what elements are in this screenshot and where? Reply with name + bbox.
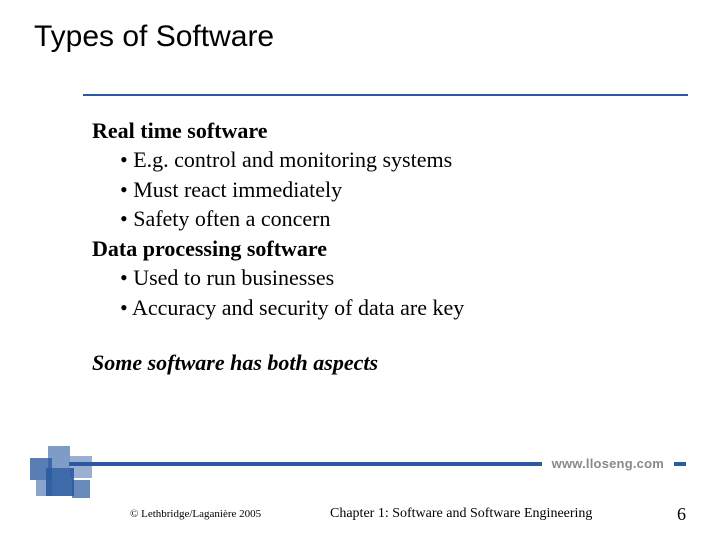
bullet-text: E.g. control and monitoring systems <box>133 147 452 172</box>
slide: Types of Software Real time software • E… <box>0 0 720 540</box>
bullet-item: • Safety often a concern <box>92 204 652 233</box>
title-underline <box>83 94 688 96</box>
square-icon <box>36 480 52 496</box>
bullet-item: • Accuracy and security of data are key <box>92 293 652 322</box>
bullet-text: Accuracy and security of data are key <box>132 295 464 320</box>
site-url: www.lloseng.com <box>552 456 664 471</box>
bullet-text: Safety often a concern <box>133 206 330 231</box>
square-icon <box>70 456 92 478</box>
chapter-text: Chapter 1: Software and Software Enginee… <box>330 506 592 522</box>
bullet-text: Used to run businesses <box>133 265 334 290</box>
bullet-item: • Must react immediately <box>92 175 652 204</box>
url-bar: www.lloseng.com <box>69 456 686 471</box>
bullet-text: Must react immediately <box>133 177 342 202</box>
url-rule-tail <box>674 462 686 466</box>
url-rule <box>69 462 542 466</box>
square-icon <box>72 480 90 498</box>
bullet-item: • Used to run businesses <box>92 263 652 292</box>
page-number: 6 <box>677 504 686 525</box>
section-heading-2: Data processing software <box>92 234 652 263</box>
section-heading-1: Real time software <box>92 116 652 145</box>
copyright-text: © Lethbridge/Laganière 2005 <box>130 508 261 520</box>
corner-logo <box>22 442 122 502</box>
slide-body: Real time software • E.g. control and mo… <box>92 116 652 378</box>
closing-statement: Some software has both aspects <box>92 348 652 377</box>
slide-title: Types of Software <box>34 20 274 54</box>
bullet-item: • E.g. control and monitoring systems <box>92 145 652 174</box>
square-icon <box>48 446 70 468</box>
